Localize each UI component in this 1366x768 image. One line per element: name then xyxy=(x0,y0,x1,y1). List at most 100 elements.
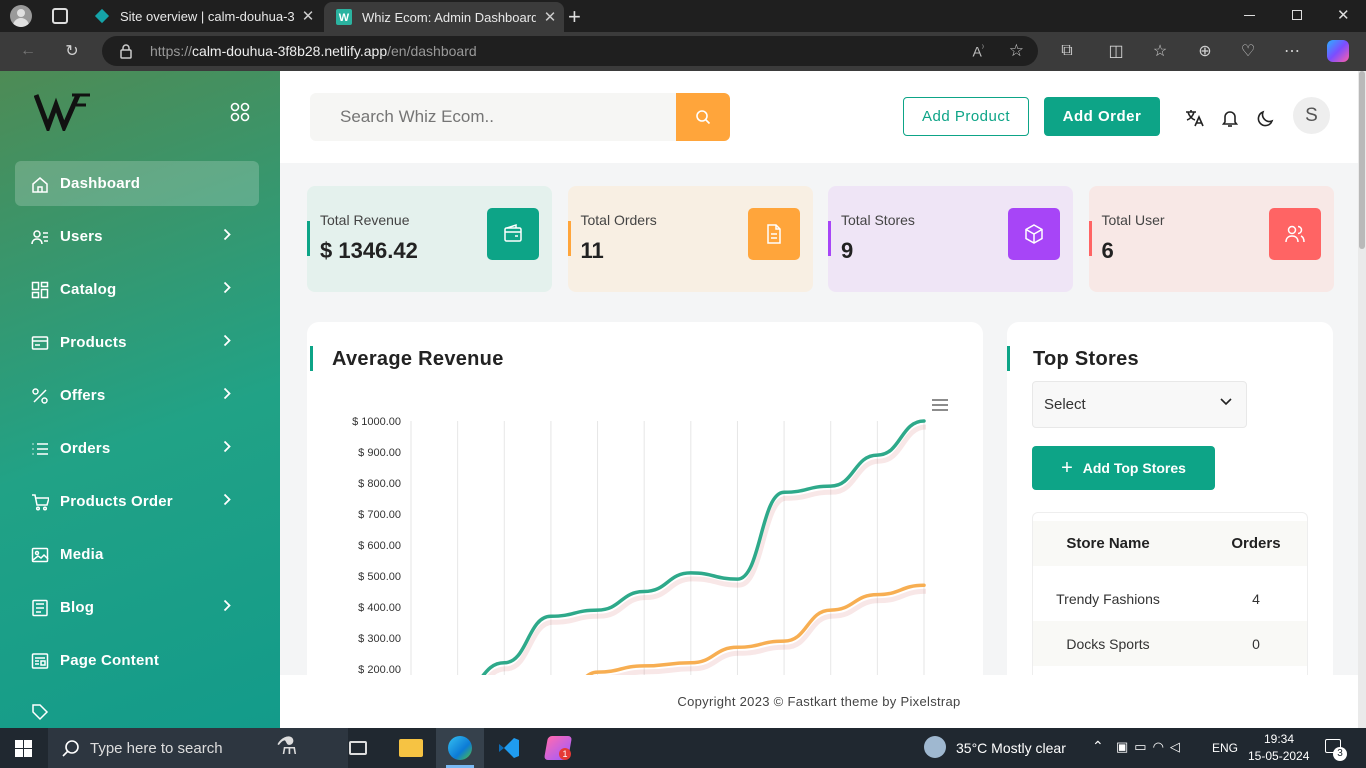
card-title: Top Stores xyxy=(1033,348,1139,370)
stat-value: $ 1346.42 xyxy=(320,238,418,263)
y-tick-label: $ 600.00 xyxy=(358,540,401,552)
sidebar-item-label: Media xyxy=(60,546,104,563)
users-icon xyxy=(1284,225,1305,243)
weather-text[interactable]: 35°C Mostly clear xyxy=(956,740,1066,756)
tray-status-icons[interactable]: ▣▭◠◁ xyxy=(1116,739,1186,755)
clock-time[interactable]: 19:34 xyxy=(1264,732,1294,746)
chevron-right-icon xyxy=(223,228,231,241)
address-bar[interactable]: https://calm-douhua-3f8b28.netlify.app/e… xyxy=(102,36,1038,66)
add-top-stores-button[interactable]: + Add Top Stores xyxy=(1032,446,1215,490)
close-tab-icon[interactable]: ✕ xyxy=(536,8,564,26)
browser-essentials-icon[interactable]: ♡ xyxy=(1236,39,1260,63)
y-tick-label: $ 1000.00 xyxy=(352,416,401,428)
whiz-logo[interactable] xyxy=(34,91,92,131)
split-screen-icon[interactable]: ◫ xyxy=(1104,39,1128,63)
menu-grid-icon[interactable] xyxy=(230,102,250,122)
search-box xyxy=(310,93,730,141)
table-row[interactable]: Docks Sports 0 xyxy=(1033,621,1307,666)
grid-icon xyxy=(31,281,49,298)
sidebar-item-dashboard[interactable]: Dashboard xyxy=(15,161,259,206)
table-row[interactable]: Trendy Fashions 4 xyxy=(1033,576,1307,621)
sidebar-item-page-content[interactable]: Page Content xyxy=(15,638,259,683)
home-icon xyxy=(32,176,48,193)
windows-start-icon[interactable] xyxy=(15,740,32,757)
tab-actions-icon[interactable] xyxy=(52,8,68,24)
dark-mode-moon-icon[interactable] xyxy=(1256,108,1276,128)
language-indicator[interactable]: ENG xyxy=(1212,741,1238,755)
y-tick-label: $ 900.00 xyxy=(358,447,401,459)
minimize-icon[interactable] xyxy=(1244,15,1255,16)
stat-card-total-stores: Total Stores 9 xyxy=(828,186,1073,292)
chart-plot: $ 1000.00 $ 900.00 $ 800.00 $ 700.00 $ 600.0… xyxy=(352,416,927,682)
sidebar-item-partial[interactable] xyxy=(15,689,259,728)
series-shadow xyxy=(585,588,927,682)
chevron-right-icon xyxy=(223,599,231,612)
sidebar-item-blog[interactable]: Blog xyxy=(15,585,259,630)
search-input[interactable] xyxy=(310,93,670,141)
read-aloud-icon[interactable]: A⁾ xyxy=(972,43,984,60)
plus-icon: + xyxy=(1061,456,1073,479)
add-order-button[interactable]: Add Order xyxy=(1044,97,1160,136)
tab-whiz-ecom[interactable]: W Whiz Ecom: Admin Dashboard For ✕ xyxy=(324,2,564,32)
series-line-1 xyxy=(475,419,926,682)
task-view-icon[interactable] xyxy=(349,741,367,755)
sidebar-item-media[interactable]: Media xyxy=(15,532,259,577)
edge-icon[interactable] xyxy=(448,736,472,760)
sidebar-item-offers[interactable]: Offers xyxy=(15,373,259,418)
page-icon xyxy=(31,652,49,669)
tab-site-overview[interactable]: Site overview | calm-douhua-3f8b28 ✕ xyxy=(82,0,322,32)
restore-icon[interactable] xyxy=(1292,10,1302,20)
profile-avatar-icon[interactable] xyxy=(10,5,32,27)
bell-icon[interactable] xyxy=(1220,108,1240,128)
sidebar-item-orders[interactable]: Orders xyxy=(15,426,259,471)
extensions-icon[interactable]: ⧉ xyxy=(1055,39,1079,63)
stat-label: Total Revenue xyxy=(320,212,410,228)
search-button[interactable] xyxy=(676,93,730,141)
y-tick-label: $ 800.00 xyxy=(358,478,401,490)
list-icon xyxy=(32,442,48,455)
series-shadow xyxy=(481,424,927,682)
back-icon[interactable]: ← xyxy=(16,39,40,63)
file-explorer-icon[interactable] xyxy=(399,739,423,757)
new-tab-icon[interactable]: + xyxy=(568,4,581,30)
stat-value: 9 xyxy=(841,238,854,263)
sidebar-item-catalog[interactable]: Catalog xyxy=(15,267,259,312)
svg-text:W: W xyxy=(339,12,350,24)
store-orders: 4 xyxy=(1252,590,1260,607)
favorite-star-icon[interactable]: ☆ xyxy=(1009,41,1024,61)
document-icon xyxy=(766,224,781,244)
user-avatar[interactable]: S xyxy=(1293,97,1330,134)
card-title: Average Revenue xyxy=(332,348,504,370)
collections-icon[interactable]: ⊕ xyxy=(1193,39,1217,63)
add-product-button[interactable]: Add Product xyxy=(903,97,1029,136)
close-tab-icon[interactable]: ✕ xyxy=(294,7,322,25)
refresh-icon[interactable]: ↻ xyxy=(60,39,84,63)
sidebar-item-products-order[interactable]: Products Order xyxy=(15,479,259,524)
stat-accent-bar xyxy=(307,221,310,256)
top-stores-card: Top Stores Select + Add Top Stores Store… xyxy=(1007,322,1333,722)
translate-icon[interactable] xyxy=(1184,108,1204,128)
favorites-icon[interactable]: ☆ xyxy=(1148,39,1172,63)
taskbar-search[interactable]: Type here to search ⚗ xyxy=(48,728,348,768)
top-header: Add Product Add Order S xyxy=(280,71,1358,163)
scrollbar-thumb[interactable] xyxy=(1359,71,1365,249)
y-tick-label: $ 300.00 xyxy=(358,633,401,645)
more-options-icon[interactable]: ⋯ xyxy=(1280,39,1304,63)
copilot-icon[interactable] xyxy=(1327,40,1349,62)
stat-label: Total User xyxy=(1101,212,1165,228)
cube-icon xyxy=(1025,224,1043,244)
windows-taskbar: Type here to search ⚗ 1 35°C Mostly clea… xyxy=(0,728,1366,768)
title-accent-bar xyxy=(1007,346,1010,371)
url-prefix: https:// xyxy=(150,43,193,59)
sidebar-item-users[interactable]: Users xyxy=(15,214,259,259)
close-window-icon[interactable]: ✕ xyxy=(1337,6,1350,24)
average-revenue-card: Average Revenue $ 1000.00 $ 900.00 $ 800.0… xyxy=(307,322,983,722)
store-filter-select[interactable]: Select xyxy=(1032,381,1247,428)
stat-icon-box xyxy=(1008,208,1060,260)
tray-chevron-up-icon[interactable]: ⌃ xyxy=(1092,738,1104,755)
wallet-icon xyxy=(504,223,522,242)
vscode-icon[interactable] xyxy=(497,736,521,760)
clock-date[interactable]: 15-05-2024 xyxy=(1248,749,1309,763)
sidebar-item-products[interactable]: Products xyxy=(15,320,259,365)
button-label: Add Top Stores xyxy=(1082,460,1186,476)
